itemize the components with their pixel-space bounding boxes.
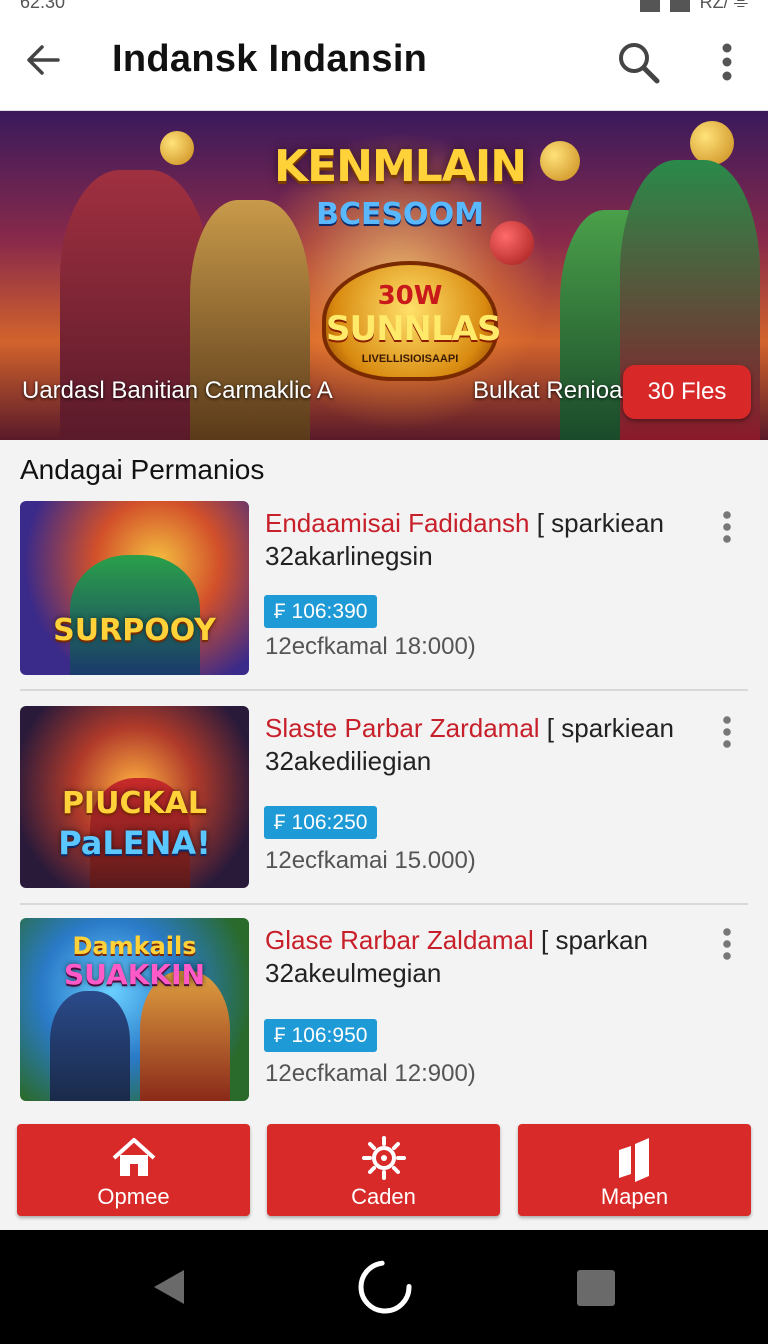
nav-label: Opmee [97, 1184, 170, 1209]
status-time: 62:30 [20, 0, 66, 12]
list-item[interactable]: Damkails SUAKKIN Glase Rarbar Zaldamal [… [20, 918, 748, 1108]
more-vertical-icon [723, 716, 731, 748]
hero-banner[interactable]: KENMLAIN BCESOOM 30W SUNNLAS LIVELLISIOI… [0, 111, 768, 440]
app-screen: 62:30 RZ/ ⌯ Indansk Indansin KENMLAIN BC… [0, 0, 768, 1344]
notification-icon [639, 0, 660, 12]
item-title[interactable]: Glase Rarbar Zaldamal [ sparkan 32akeulm… [265, 924, 705, 990]
nav-label: Mapen [600, 1184, 669, 1209]
arrow-left-icon [27, 45, 60, 75]
hero-caption-left: Uardasl Banitian Carmaklic A [22, 377, 333, 404]
thumbnail-title: PIUCKAL [61, 786, 208, 821]
status-right-text: RZ/ ⌯ [699, 0, 748, 12]
game-thumbnail[interactable]: Damkails SUAKKIN [20, 918, 249, 1101]
page-title: Indansk Indansin [112, 38, 428, 80]
item-meta: 12ecfkamal 12:900) [265, 1060, 476, 1087]
price-badge: ₣ 106:390 [264, 595, 378, 628]
coin-decoration [540, 141, 580, 181]
bottom-nav: Opmee Caden Mapen [0, 1124, 768, 1230]
nav-button-settings[interactable]: Caden [267, 1124, 500, 1216]
game-thumbnail[interactable]: PIUCKAL PaLENA! [20, 706, 249, 888]
back-button[interactable] [22, 38, 66, 82]
divider [20, 689, 748, 691]
item-more-button[interactable] [715, 714, 739, 750]
hero-cta-button[interactable]: 30 Fles [623, 365, 751, 419]
thumbnail-subtitle: PaLENA! [58, 824, 211, 862]
divider [20, 903, 748, 905]
hero-badge-main: SUNNLAS [326, 309, 501, 349]
home-icon [112, 1138, 155, 1176]
status-bar: 62:30 RZ/ ⌯ [0, 0, 768, 14]
nav-label: Caden [351, 1184, 416, 1209]
more-vertical-icon [723, 928, 731, 960]
gear-icon [361, 1136, 406, 1180]
status-icons: RZ/ ⌯ [639, 0, 748, 13]
search-icon [619, 43, 660, 84]
item-title-highlight: Slaste Parbar Zardamal [265, 713, 540, 743]
price-badge: ₣ 106:250 [264, 806, 378, 839]
system-nav-bar [0, 1230, 768, 1344]
hero-badge-top: 30W [377, 281, 443, 311]
coin-decoration [690, 121, 734, 165]
app-bar: Indansk Indansin [0, 14, 768, 111]
search-button[interactable] [614, 38, 664, 88]
map-icon [618, 1138, 649, 1182]
overflow-menu-button[interactable] [710, 40, 744, 84]
item-more-button[interactable] [715, 509, 739, 545]
more-vertical-icon [722, 43, 732, 81]
coin-decoration [160, 131, 194, 165]
hero-caption-right: Bulkat Renioa [473, 377, 623, 404]
battery-icon [669, 0, 690, 12]
item-title[interactable]: Slaste Parbar Zardamal [ sparkiean 32ake… [265, 712, 705, 778]
thumbnail-title: SURPOOY [53, 613, 216, 648]
list-item[interactable]: SURPOOY Endaamisai Fadidansh [ sparkiean… [20, 501, 748, 691]
item-title-highlight: Glase Rarbar Zaldamal [265, 925, 534, 955]
system-back-icon[interactable] [152, 1268, 186, 1306]
nav-button-home[interactable]: Opmee [17, 1124, 250, 1216]
item-meta: 12ecfkamal 18:000) [265, 633, 476, 660]
nav-button-map[interactable]: Mapen [518, 1124, 751, 1216]
item-title[interactable]: Endaamisai Fadidansh [ sparkiean 32akarl… [265, 507, 705, 573]
system-home-icon[interactable] [357, 1259, 413, 1315]
hero-logo-subtitle: BCESOOM [316, 197, 484, 232]
item-meta: 12ecfkamai 15.000) [265, 847, 476, 874]
hero-badge: 30W SUNNLAS LIVELLISIOISAAPI [322, 261, 501, 381]
more-vertical-icon [723, 511, 731, 543]
thumbnail-figure [50, 991, 130, 1101]
price-badge: ₣ 106:950 [264, 1019, 378, 1052]
section-title: Andagai Permanios [20, 454, 265, 485]
hero-logo-title: KENMLAIN [273, 141, 527, 192]
thumbnail-subtitle: SUAKKIN [64, 958, 205, 991]
thumbnail-title: Damkails [72, 932, 197, 960]
system-recents-icon[interactable] [577, 1270, 615, 1306]
game-thumbnail[interactable]: SURPOOY [20, 501, 249, 675]
item-title-highlight: Endaamisai Fadidansh [265, 508, 530, 538]
hero-badge-small: LIVELLISIOISAAPI [361, 353, 459, 365]
item-more-button[interactable] [715, 926, 739, 962]
list-item[interactable]: PIUCKAL PaLENA! Slaste Parbar Zardamal [… [20, 706, 748, 896]
